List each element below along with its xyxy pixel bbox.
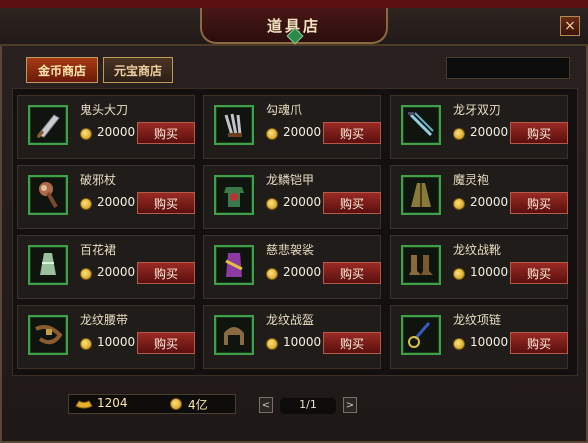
buy-button[interactable]: 购买 — [137, 262, 195, 284]
gold-coin-icon — [453, 268, 465, 280]
currency-bar — [68, 394, 236, 414]
gold-coin-icon — [80, 268, 92, 280]
gold-coin-icon — [170, 398, 182, 410]
item-price: 20000 — [97, 125, 136, 139]
item-name: 龙纹战盔 — [266, 313, 315, 327]
item-price: 20000 — [283, 195, 322, 209]
buy-button[interactable]: 购买 — [137, 122, 195, 144]
item-name: 破邪杖 — [80, 173, 117, 187]
cassock-icon[interactable] — [214, 245, 254, 285]
ingot-amount: 1204 — [97, 396, 128, 410]
item-card: 龙纹项链 10000 购买 — [390, 305, 568, 369]
buy-button[interactable]: 购买 — [137, 332, 195, 354]
item-name: 勾魂爪 — [266, 103, 303, 117]
page-indicator: 1/1 — [280, 398, 336, 414]
gold-coin-icon — [266, 338, 278, 350]
item-name: 龙纹战靴 — [453, 243, 502, 257]
gold-coin-icon — [453, 128, 465, 140]
item-name: 百花裙 — [80, 243, 117, 257]
necklace-icon[interactable] — [401, 315, 441, 355]
item-name: 龙纹腰带 — [80, 313, 129, 327]
close-button[interactable]: × — [560, 16, 580, 36]
gold-coin-icon — [80, 128, 92, 140]
buy-button[interactable]: 购买 — [510, 122, 568, 144]
item-card: 龙鳞铠甲 20000 购买 — [203, 165, 381, 229]
item-card: 魔灵袍 20000 购买 — [390, 165, 568, 229]
item-price: 20000 — [470, 195, 509, 209]
buy-button[interactable]: 购买 — [323, 262, 381, 284]
item-price: 20000 — [97, 265, 136, 279]
belt-icon[interactable] — [28, 315, 68, 355]
item-name: 鬼头大刀 — [80, 103, 129, 117]
item-price: 20000 — [97, 195, 136, 209]
item-name: 魔灵袍 — [453, 173, 490, 187]
item-name: 慈悲袈裟 — [266, 243, 315, 257]
item-price: 10000 — [470, 265, 509, 279]
item-name: 龙纹项链 — [453, 313, 502, 327]
gold-coin-icon — [266, 198, 278, 210]
broadsword-icon[interactable] — [28, 105, 68, 145]
item-price: 20000 — [283, 125, 322, 139]
buy-button[interactable]: 购买 — [510, 192, 568, 214]
tab-gold-shop[interactable]: 金币商店 — [26, 57, 98, 83]
item-name: 龙鳞铠甲 — [266, 173, 315, 187]
armor-icon[interactable] — [214, 175, 254, 215]
item-card: 龙纹腰带 10000 购买 — [17, 305, 195, 369]
boots-icon[interactable] — [401, 245, 441, 285]
item-price: 10000 — [283, 335, 322, 349]
item-card: 龙纹战靴 10000 购买 — [390, 235, 568, 299]
search-input[interactable] — [446, 57, 570, 79]
item-name: 龙牙双刃 — [453, 103, 502, 117]
item-card: 鬼头大刀 20000 购买 — [17, 95, 195, 159]
claw-icon[interactable] — [214, 105, 254, 145]
item-card: 龙纹战盔 10000 购买 — [203, 305, 381, 369]
item-price: 20000 — [283, 265, 322, 279]
staff-icon[interactable] — [28, 175, 68, 215]
item-card: 百花裙 20000 购买 — [17, 235, 195, 299]
helmet-icon[interactable] — [214, 315, 254, 355]
item-card: 破邪杖 20000 购买 — [17, 165, 195, 229]
buy-button[interactable]: 购买 — [137, 192, 195, 214]
item-price: 10000 — [470, 335, 509, 349]
tab-ingot-shop[interactable]: 元宝商店 — [103, 57, 173, 83]
gold-coin-icon — [453, 198, 465, 210]
item-card: 慈悲袈裟 20000 购买 — [203, 235, 381, 299]
gold-coin-icon — [80, 198, 92, 210]
item-card: 龙牙双刃 20000 购买 — [390, 95, 568, 159]
item-card: 勾魂爪 20000 购买 — [203, 95, 381, 159]
coin-amount: 4亿 — [188, 398, 208, 412]
buy-button[interactable]: 购买 — [323, 122, 381, 144]
gold-ingot-icon — [75, 400, 93, 409]
item-price: 10000 — [97, 335, 136, 349]
gold-coin-icon — [266, 268, 278, 280]
gold-coin-icon — [453, 338, 465, 350]
gold-coin-icon — [80, 338, 92, 350]
prev-page-button[interactable]: < — [259, 397, 273, 413]
item-price: 20000 — [470, 125, 509, 139]
buy-button[interactable]: 购买 — [510, 332, 568, 354]
skirt-icon[interactable] — [28, 245, 68, 285]
robe-icon[interactable] — [401, 175, 441, 215]
next-page-button[interactable]: > — [343, 397, 357, 413]
buy-button[interactable]: 购买 — [323, 192, 381, 214]
buy-button[interactable]: 购买 — [323, 332, 381, 354]
gold-coin-icon — [266, 128, 278, 140]
buy-button[interactable]: 购买 — [510, 262, 568, 284]
twin-blades-icon[interactable] — [401, 105, 441, 145]
